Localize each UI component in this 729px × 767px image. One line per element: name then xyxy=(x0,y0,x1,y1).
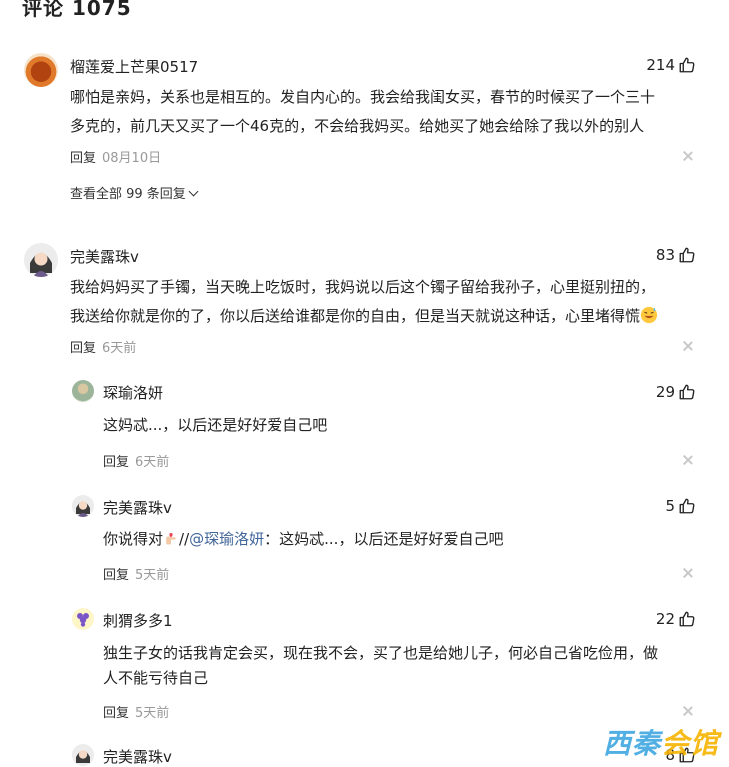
reply-button[interactable]: 回复 xyxy=(70,147,96,166)
reply-meta: 回复 5天前 xyxy=(103,702,169,721)
reply-text: 独生子女的话我肯定会买，现在我不会，买了也是给她儿子，何必自己省吃俭用，做 人不… xyxy=(103,644,659,687)
avatar[interactable] xyxy=(24,243,58,277)
avatar-illustration xyxy=(24,243,58,277)
avatar[interactable] xyxy=(24,53,58,87)
reply-date: 5天前 xyxy=(135,706,170,721)
comment-username[interactable]: 完美露珠v xyxy=(70,246,139,267)
close-icon[interactable] xyxy=(683,455,693,465)
like-count: 214 xyxy=(646,56,675,74)
reply-username[interactable]: 琛瑜洛妍 xyxy=(103,382,163,403)
avatar[interactable] xyxy=(72,608,94,630)
watermark-logo: 西秦会馆 xyxy=(602,727,719,760)
like-count: 5 xyxy=(665,497,675,515)
like-count: 22 xyxy=(655,610,675,628)
reply-username[interactable]: 完美露珠v xyxy=(103,746,172,767)
heart-hand-emoji-icon xyxy=(166,533,176,545)
sweat-smile-emoji-icon xyxy=(640,306,658,324)
comment-username[interactable]: 榴莲爱上芒果0517 xyxy=(70,56,198,77)
thumbs-up-icon xyxy=(679,611,695,627)
avatar[interactable] xyxy=(72,495,94,517)
reply-username[interactable]: 完美露珠v xyxy=(103,497,172,518)
avatar[interactable] xyxy=(72,744,94,766)
like-button[interactable]: 214 xyxy=(646,56,696,74)
reply-button[interactable]: 回复 xyxy=(103,702,129,721)
comments-header-title: 评论 1075 xyxy=(22,0,132,20)
reply-username[interactable]: 刺猬多多1 xyxy=(103,610,173,631)
like-button[interactable]: 5 xyxy=(665,497,696,515)
close-icon[interactable] xyxy=(683,568,693,578)
view-all-replies-button[interactable]: 查看全部 99 条回复 xyxy=(70,183,199,202)
reply-button[interactable]: 回复 xyxy=(103,564,129,583)
mention-link[interactable]: @琛瑜洛妍 xyxy=(189,530,264,548)
thumbs-up-icon xyxy=(679,247,695,263)
avatar-illustration xyxy=(72,608,94,630)
like-button[interactable]: 22 xyxy=(656,610,696,628)
reply-date: 6天前 xyxy=(135,455,170,470)
chevron-down-icon xyxy=(188,186,199,197)
reply-text: 这妈忒...，以后还是好好爱自己吧 xyxy=(103,416,328,434)
like-count: 83 xyxy=(655,246,675,264)
close-icon[interactable] xyxy=(683,706,693,716)
close-icon[interactable] xyxy=(683,341,693,351)
comment-text: 我给妈妈买了手镯，当天晚上吃饭时，我妈说以后这个镯子留给我孙子，心里挺别扭的， … xyxy=(70,274,710,329)
comment-date: 6天前 xyxy=(102,341,137,356)
like-button[interactable]: 29 xyxy=(656,383,696,401)
avatar[interactable] xyxy=(72,380,94,402)
comment-date: 08月10日 xyxy=(102,151,162,166)
reply-button[interactable]: 回复 xyxy=(103,451,129,470)
comment-text: 哪怕是亲妈，关系也是相互的。发自内心的。我会给我闺女买，春节的时候买了一个三十 … xyxy=(70,88,656,135)
like-count: 29 xyxy=(655,383,675,401)
reply-button[interactable]: 回复 xyxy=(70,337,96,356)
thumbs-up-icon xyxy=(679,498,695,514)
reply-meta: 回复 6天前 xyxy=(103,451,169,470)
close-icon[interactable] xyxy=(683,151,693,161)
avatar-illustration xyxy=(72,744,94,766)
avatar-illustration xyxy=(72,495,94,517)
comment-meta: 回复 6天前 xyxy=(70,337,136,356)
comment-meta: 回复 08月10日 xyxy=(70,147,161,166)
thumbs-up-icon xyxy=(679,384,695,400)
thumbs-up-icon xyxy=(679,57,695,73)
reply-text: 你说得对//@琛瑜洛妍：这妈忒...，以后还是好好爱自己吧 xyxy=(103,530,504,548)
reply-date: 5天前 xyxy=(135,568,170,583)
reply-meta: 回复 5天前 xyxy=(103,564,169,583)
like-button[interactable]: 83 xyxy=(656,246,696,264)
